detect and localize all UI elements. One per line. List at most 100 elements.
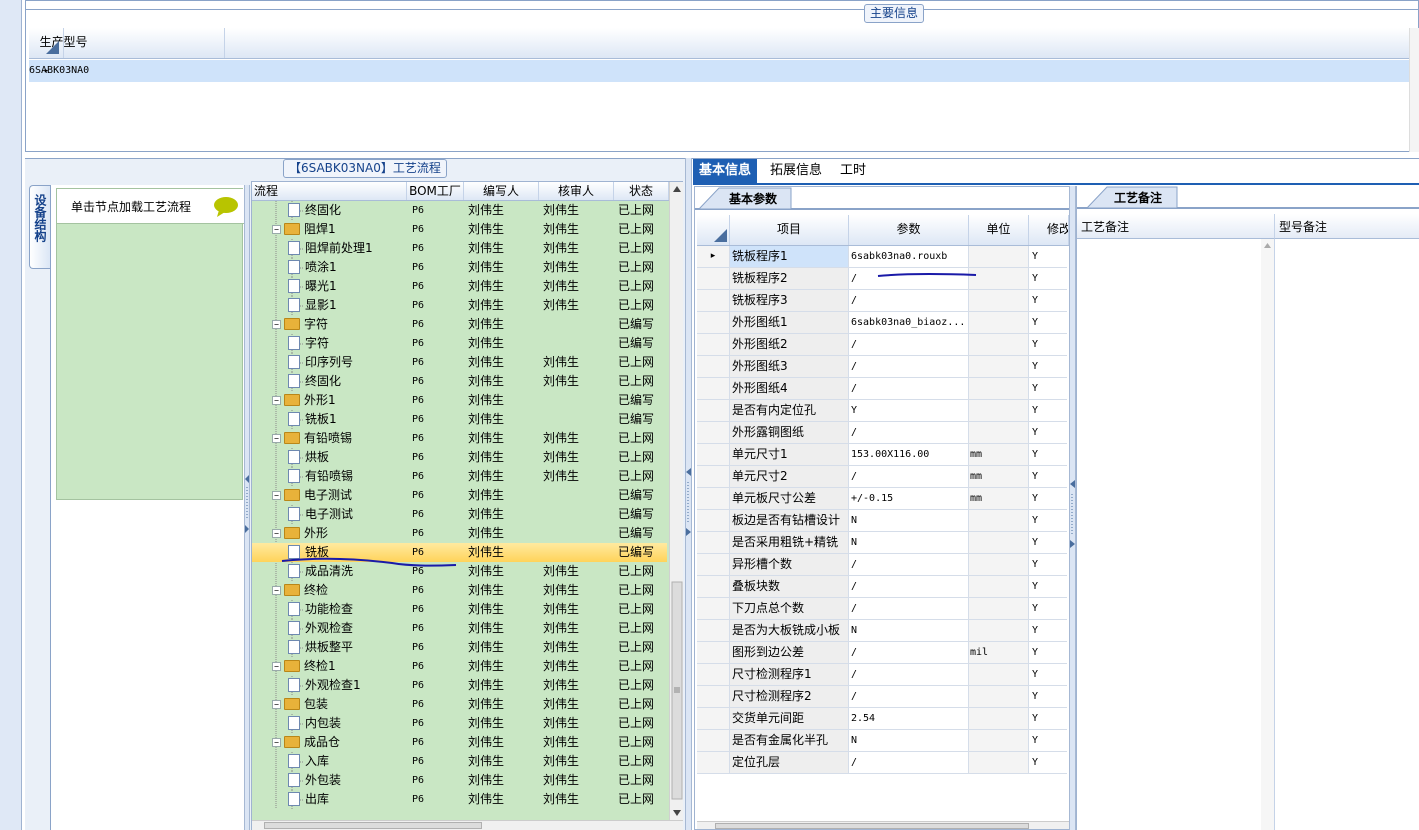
tree-step-row[interactable]: 终固化 P6 刘伟生 刘伟生 已上网 bbox=[252, 372, 667, 391]
node-panel[interactable]: 单击节点加载工艺流程 bbox=[56, 188, 244, 500]
row-indicator[interactable] bbox=[697, 312, 730, 333]
collapse-toggle-icon[interactable]: − bbox=[272, 320, 281, 329]
tree-step-row[interactable]: 阻焊前处理1 P6 刘伟生 刘伟生 已上网 bbox=[252, 239, 667, 258]
tree-step-row[interactable]: 外观检查 P6 刘伟生 刘伟生 已上网 bbox=[252, 619, 667, 638]
col-modify[interactable]: 修改 bbox=[1029, 215, 1069, 245]
param-value-cell[interactable]: / bbox=[849, 466, 969, 487]
param-value-cell[interactable]: / bbox=[849, 334, 969, 355]
side-tab-device-structure[interactable]: 设备结构 bbox=[29, 185, 51, 269]
tree-folder-row[interactable]: − 终检 P6 刘伟生 刘伟生 已上网 bbox=[252, 581, 667, 600]
row-indicator[interactable] bbox=[697, 686, 730, 707]
param-row[interactable]: 定位孔层 / Y bbox=[697, 752, 1067, 774]
param-modify-cell[interactable]: Y bbox=[1029, 686, 1067, 707]
row-indicator[interactable] bbox=[697, 422, 730, 443]
param-value-cell[interactable]: / bbox=[849, 598, 969, 619]
param-value-cell[interactable]: / bbox=[849, 422, 969, 443]
param-modify-cell[interactable]: Y bbox=[1029, 554, 1067, 575]
tree-step-row[interactable]: 入库 P6 刘伟生 刘伟生 已上网 bbox=[252, 752, 667, 771]
param-row[interactable]: 尺寸检测程序1/ Y bbox=[697, 664, 1067, 686]
param-value-cell[interactable]: 2.54 bbox=[849, 708, 969, 729]
collapse-toggle-icon[interactable]: − bbox=[272, 434, 281, 443]
tree-folder-row[interactable]: − 成品仓 P6 刘伟生 刘伟生 已上网 bbox=[252, 733, 667, 752]
param-row[interactable]: 外形图纸1 6sabk03na0_biaoz... Y bbox=[697, 312, 1067, 334]
tree-step-row[interactable]: 烘板整平 P6 刘伟生 刘伟生 已上网 bbox=[252, 638, 667, 657]
collapse-toggle-icon[interactable]: − bbox=[272, 225, 281, 234]
param-modify-cell[interactable]: Y bbox=[1029, 642, 1067, 663]
tree-step-row[interactable]: 烘板 P6 刘伟生 刘伟生 已上网 bbox=[252, 448, 667, 467]
param-row[interactable]: 板边是否有钻槽设计 N Y bbox=[697, 510, 1067, 532]
param-value-cell[interactable]: 6sabk03na0_biaoz... bbox=[849, 312, 969, 333]
row-indicator[interactable]: ▸ bbox=[697, 246, 730, 267]
param-row[interactable]: 是否有金属化半孔 N Y bbox=[697, 730, 1067, 752]
param-row[interactable]: 是否采用粗铣+精铣 N Y bbox=[697, 532, 1067, 554]
param-row[interactable]: 下刀点总个数 / Y bbox=[697, 598, 1067, 620]
param-modify-cell[interactable]: Y bbox=[1029, 752, 1067, 773]
tree-step-row[interactable]: 终固化 P6 刘伟生 刘伟生 已上网 bbox=[252, 201, 667, 220]
main-info-scrollbar[interactable] bbox=[1409, 28, 1419, 152]
param-row[interactable]: 单元板尺寸公差 +/-0.15 mm Y bbox=[697, 488, 1067, 510]
row-indicator[interactable] bbox=[697, 576, 730, 597]
col-prod-model[interactable]: 生产型号 bbox=[29, 28, 98, 56]
main-info-row[interactable]: ▸ 6SABK03NA010010600126672P6P6NGJB362C-2… bbox=[29, 60, 1419, 82]
param-row[interactable]: 外形图纸3/ Y bbox=[697, 356, 1067, 378]
process-tree-hscrollbar[interactable] bbox=[252, 820, 683, 830]
param-modify-cell[interactable]: Y bbox=[1029, 664, 1067, 685]
col-param[interactable]: 参数 bbox=[849, 215, 969, 245]
param-modify-cell[interactable]: Y bbox=[1029, 334, 1067, 355]
tree-step-row[interactable]: 显影1 P6 刘伟生 刘伟生 已上网 bbox=[252, 296, 667, 315]
param-modify-cell[interactable]: Y bbox=[1029, 466, 1067, 487]
tab-extended-info[interactable]: 拓展信息 bbox=[764, 159, 828, 183]
tree-step-row[interactable]: 功能检查 P6 刘伟生 刘伟生 已上网 bbox=[252, 600, 667, 619]
param-value-cell[interactable]: 6sabk03na0.rouxb bbox=[849, 246, 969, 267]
col-new-prod-model[interactable]: 新生产型号 bbox=[29, 56, 126, 58]
param-modify-cell[interactable]: Y bbox=[1029, 312, 1067, 333]
tree-step-row[interactable]: 内包装 P6 刘伟生 刘伟生 已上网 bbox=[252, 714, 667, 733]
col-status[interactable]: 状态 bbox=[614, 182, 669, 200]
param-modify-cell[interactable]: Y bbox=[1029, 246, 1067, 267]
param-modify-cell[interactable]: Y bbox=[1029, 488, 1067, 509]
param-modify-cell[interactable]: Y bbox=[1029, 730, 1067, 751]
collapse-toggle-icon[interactable]: − bbox=[272, 700, 281, 709]
param-modify-cell[interactable]: Y bbox=[1029, 576, 1067, 597]
right-vertical-splitter[interactable] bbox=[1069, 186, 1076, 830]
tree-step-row[interactable]: 有铅喷锡 P6 刘伟生 刘伟生 已上网 bbox=[252, 467, 667, 486]
notes-tab[interactable]: 工艺备注 bbox=[1114, 189, 1162, 206]
param-modify-cell[interactable]: Y bbox=[1029, 268, 1067, 289]
param-row[interactable]: 尺寸检测程序2/ Y bbox=[697, 686, 1067, 708]
process-notes-scrollbar[interactable] bbox=[1261, 239, 1274, 830]
param-value-cell[interactable]: N bbox=[849, 532, 969, 553]
param-row[interactable]: 外形图纸4/ Y bbox=[697, 378, 1067, 400]
row-indicator[interactable] bbox=[697, 730, 730, 751]
param-value-cell[interactable]: / bbox=[849, 378, 969, 399]
model-notes-textarea[interactable] bbox=[1276, 239, 1419, 830]
param-row[interactable]: ▸ 铣板程序1 6sabk03na0.rouxb Y bbox=[697, 246, 1067, 268]
row-indicator[interactable] bbox=[697, 378, 730, 399]
tree-folder-row[interactable]: − 终检1 P6 刘伟生 刘伟生 已上网 bbox=[252, 657, 667, 676]
row-indicator[interactable] bbox=[697, 708, 730, 729]
tree-step-row[interactable]: 外观检查1 P6 刘伟生 刘伟生 已上网 bbox=[252, 676, 667, 695]
param-modify-cell[interactable]: Y bbox=[1029, 422, 1067, 443]
param-modify-cell[interactable]: Y bbox=[1029, 620, 1067, 641]
collapse-toggle-icon[interactable]: − bbox=[272, 738, 281, 747]
tree-folder-row[interactable]: − 有铅喷锡 P6 刘伟生 刘伟生 已上网 bbox=[252, 429, 667, 448]
param-value-cell[interactable]: / bbox=[849, 554, 969, 575]
param-row[interactable]: 是否有内定位孔 Y Y bbox=[697, 400, 1067, 422]
param-modify-cell[interactable]: Y bbox=[1029, 532, 1067, 553]
row-indicator[interactable] bbox=[697, 510, 730, 531]
collapse-toggle-icon[interactable]: − bbox=[272, 529, 281, 538]
col-item[interactable]: 项目 bbox=[730, 215, 849, 245]
param-row[interactable]: 图形到边公差 / mil Y bbox=[697, 642, 1067, 664]
param-modify-cell[interactable]: Y bbox=[1029, 378, 1067, 399]
param-modify-cell[interactable]: Y bbox=[1029, 708, 1067, 729]
row-indicator[interactable] bbox=[697, 642, 730, 663]
param-row[interactable]: 交货单元间距 2.54 Y bbox=[697, 708, 1067, 730]
row-indicator[interactable] bbox=[697, 554, 730, 575]
tree-folder-row[interactable]: − 电子测试 P6 刘伟生 已编写 bbox=[252, 486, 667, 505]
param-value-cell[interactable]: N bbox=[849, 510, 969, 531]
param-row[interactable]: 外形图纸2/ Y bbox=[697, 334, 1067, 356]
row-indicator[interactable] bbox=[697, 620, 730, 641]
row-indicator[interactable] bbox=[697, 400, 730, 421]
row-indicator[interactable] bbox=[697, 752, 730, 773]
params-hscrollbar[interactable] bbox=[697, 821, 1069, 829]
param-value-cell[interactable]: N bbox=[849, 620, 969, 641]
